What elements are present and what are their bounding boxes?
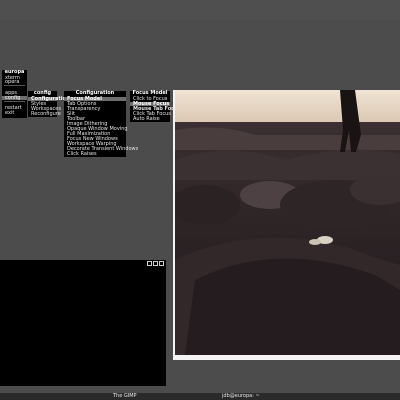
taskbar-item-terminal[interactable]: jdb@europa: ~ xyxy=(222,393,260,400)
configuration-submenu: Configuration Focus Model Tab Options Tr… xyxy=(64,91,138,157)
menu-item-auto-raise[interactable]: Auto Raise xyxy=(130,117,170,122)
root-menu: europa xterm opera apps config restart e… xyxy=(2,70,27,118)
menu-item-reconfigure[interactable]: Reconfigure xyxy=(28,112,61,117)
menu-separator xyxy=(4,85,25,86)
window-controls xyxy=(147,261,164,267)
menu-item-exit[interactable]: exit xyxy=(2,111,27,116)
taskbar-item-gimp[interactable]: The GIMP xyxy=(113,393,137,400)
minimize-icon[interactable] xyxy=(147,261,152,266)
menu-item-config[interactable]: config xyxy=(2,96,27,101)
terminal-window[interactable] xyxy=(0,260,166,386)
photo-image xyxy=(175,90,400,355)
taskbar: The GIMP jdb@europa: ~ xyxy=(0,393,400,400)
menu-item-opera[interactable]: opera xyxy=(2,80,27,85)
menu-item-click-raises[interactable]: Click Raises xyxy=(64,152,126,157)
maximize-icon[interactable] xyxy=(153,261,158,266)
menu-separator xyxy=(4,101,25,102)
focus-model-submenu: Focus Model Click to Focus Mouse Focus M… xyxy=(130,91,181,122)
config-submenu: config Configuration Styles Workspaces R… xyxy=(28,91,69,117)
desktop-top xyxy=(0,0,400,20)
close-icon[interactable] xyxy=(159,261,164,266)
